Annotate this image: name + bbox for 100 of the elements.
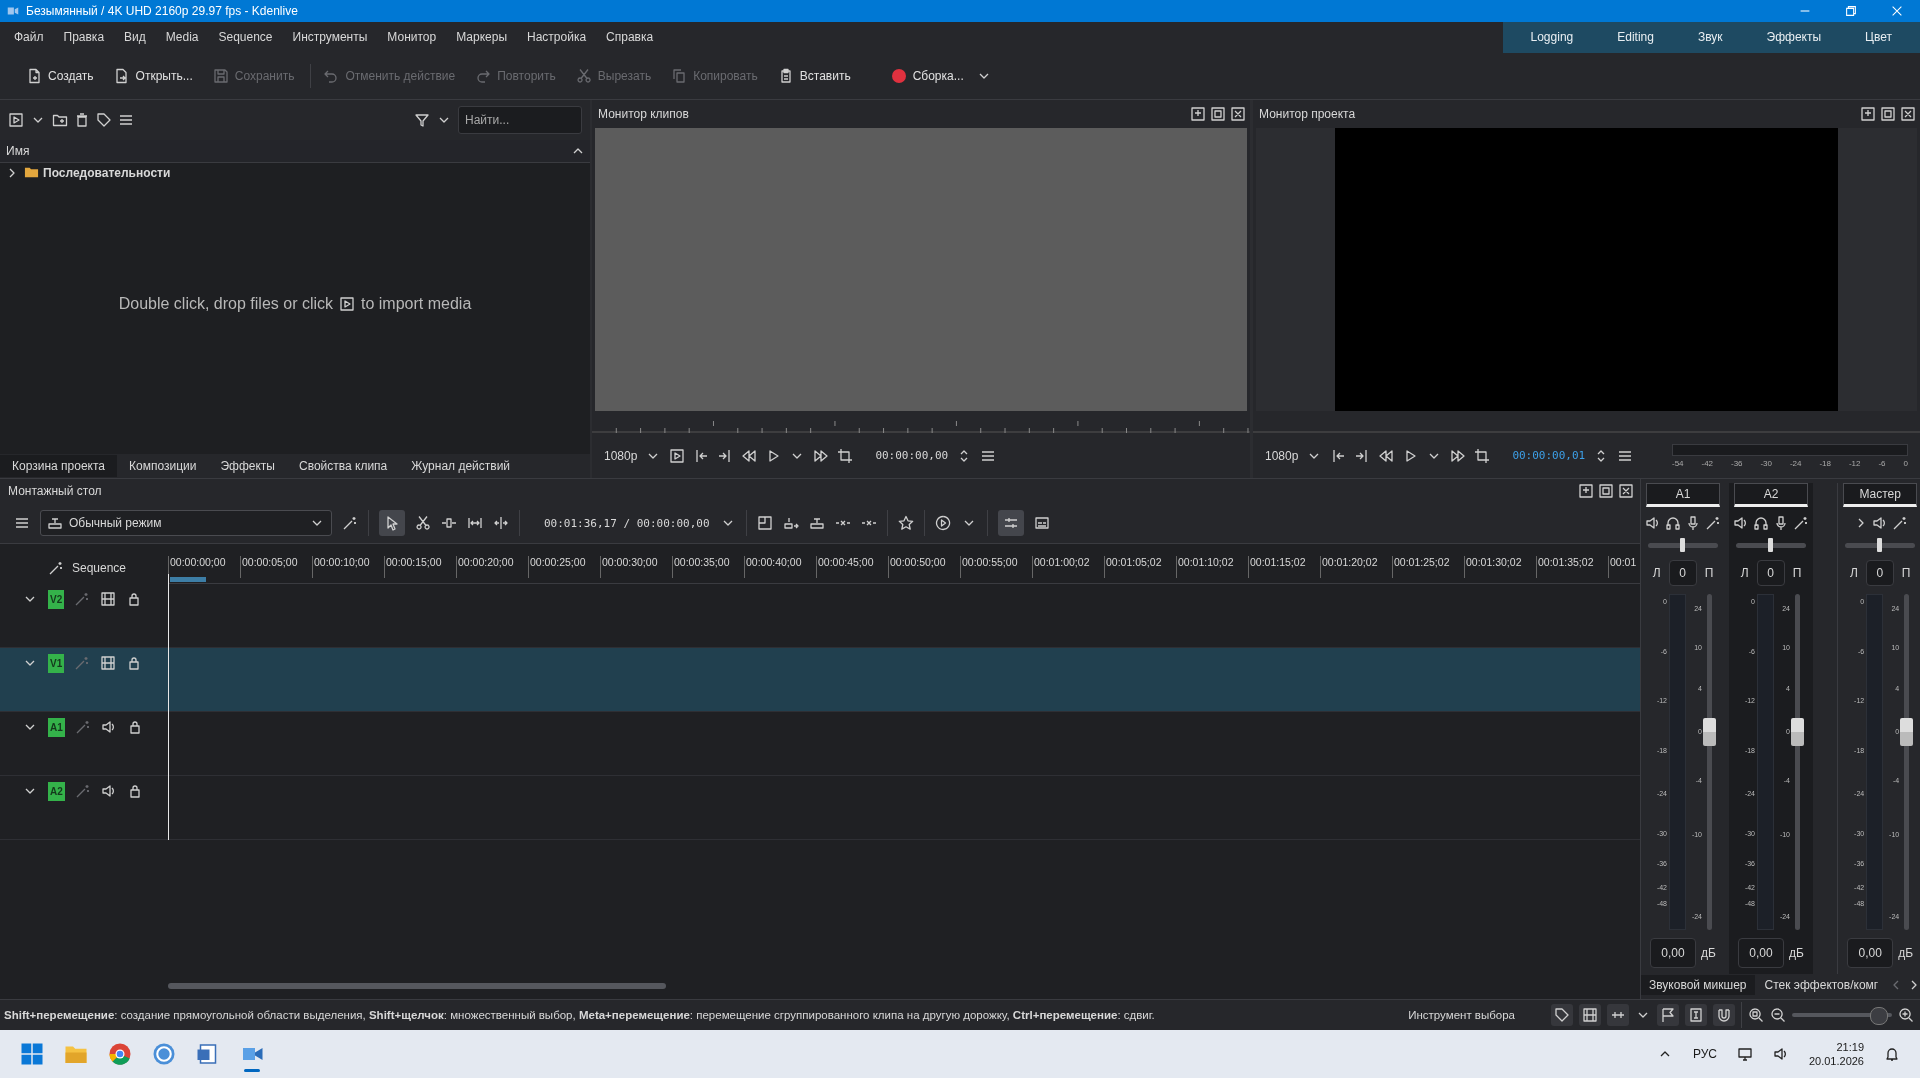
panel-tab[interactable]: Журнал действий — [399, 455, 523, 478]
crop-icon[interactable] — [1474, 447, 1491, 464]
menu-item[interactable]: Media — [155, 30, 209, 45]
wand-icon[interactable] — [342, 515, 358, 532]
track-tag[interactable]: V2 — [48, 589, 65, 609]
pan-slider-thumb[interactable] — [1877, 538, 1883, 553]
mode-dropdown[interactable]: Обычный режим — [40, 510, 332, 537]
menu-item[interactable]: Вид — [114, 30, 156, 45]
close-icon[interactable] — [1900, 105, 1916, 122]
magnet-icon[interactable] — [1716, 1007, 1732, 1024]
gain-field[interactable]: 0,00 — [1738, 938, 1785, 969]
tag-icon[interactable] — [96, 111, 112, 128]
track-row[interactable]: A1 — [0, 712, 1640, 777]
language-indicator[interactable]: РУС — [1692, 1047, 1717, 1062]
panel-tab[interactable]: Корзина проекта — [0, 455, 117, 478]
overwrite-icon[interactable] — [808, 515, 825, 532]
search-field[interactable]: Найти... — [458, 105, 582, 134]
float-icon[interactable] — [1210, 105, 1226, 122]
track-tag[interactable]: A1 — [48, 717, 65, 737]
float-icon[interactable] — [1598, 483, 1614, 500]
crop-icon[interactable] — [837, 447, 854, 464]
pin-icon[interactable] — [1578, 483, 1594, 500]
film-icon[interactable] — [1582, 1007, 1598, 1024]
tree-item[interactable]: Последовательности — [43, 165, 171, 180]
track-row[interactable]: A2 — [0, 776, 1640, 841]
workspace-tab[interactable]: Logging — [1508, 30, 1596, 45]
column-header[interactable]: Имя — [6, 143, 30, 158]
wand-icon[interactable] — [1793, 515, 1809, 532]
track-row[interactable]: V1 — [0, 648, 1640, 713]
zone-in-icon[interactable] — [1330, 447, 1347, 464]
menu-item[interactable]: Монитор — [377, 30, 447, 45]
close-icon[interactable] — [1618, 483, 1634, 500]
menu-item[interactable]: Инструменты — [282, 30, 378, 45]
tag-icon[interactable] — [1554, 1007, 1570, 1024]
record-icon[interactable] — [934, 515, 951, 532]
clip-frame-icon[interactable] — [669, 447, 686, 464]
zoom-out-icon[interactable] — [1770, 1007, 1786, 1024]
panel-tab[interactable]: Звуковой микшер — [1641, 975, 1755, 996]
clock-time[interactable]: 21:19 — [1836, 1041, 1864, 1054]
zone-in-icon[interactable] — [693, 447, 710, 464]
timecode-field[interactable]: 00:00:00,00 — [875, 449, 949, 462]
menu-item[interactable]: Файл — [4, 30, 54, 45]
render-button[interactable]: Сборка... — [882, 63, 972, 88]
toolbar-button[interactable]: Открыть... — [105, 63, 201, 88]
balance-field[interactable]: 0 — [1756, 560, 1785, 587]
pin-icon[interactable] — [1190, 105, 1206, 122]
workspace-tab[interactable]: Цвет — [1843, 30, 1914, 45]
wand-icon[interactable] — [1705, 515, 1721, 532]
panel-tab[interactable]: Эффекты — [208, 455, 287, 478]
fader-handle[interactable] — [1900, 717, 1914, 746]
close-icon[interactable] — [1230, 105, 1246, 122]
scrollbar-thumb[interactable] — [168, 983, 666, 990]
add-clip-icon[interactable] — [8, 111, 24, 128]
gain-field[interactable]: 0,00 — [1650, 938, 1697, 969]
float-icon[interactable] — [1880, 105, 1896, 122]
pan-slider-thumb[interactable] — [1680, 538, 1685, 553]
bell-icon[interactable] — [1884, 1046, 1900, 1063]
resolution-dropdown[interactable]: 1080p — [604, 448, 638, 463]
film-icon[interactable] — [100, 655, 117, 672]
star-icon[interactable] — [897, 515, 914, 532]
balance-field[interactable]: 0 — [1668, 560, 1697, 587]
panel-tab[interactable]: Стек эффектов/комг — [1756, 975, 1887, 996]
headphones-icon[interactable] — [1665, 515, 1681, 532]
trash-icon[interactable] — [74, 111, 90, 128]
menu-item[interactable]: Справка — [596, 30, 664, 45]
zoom-slider-thumb[interactable] — [1870, 1007, 1888, 1026]
fader-handle[interactable] — [1791, 717, 1804, 746]
headphones-icon[interactable] — [1753, 515, 1769, 532]
zone-marker[interactable] — [170, 577, 206, 583]
razor-icon[interactable] — [415, 515, 431, 532]
pin-icon[interactable] — [1860, 105, 1876, 122]
microphone-icon[interactable] — [1773, 515, 1789, 532]
workspace-tab[interactable]: Editing — [1595, 30, 1676, 45]
wand-icon[interactable] — [1892, 515, 1909, 532]
track-tag[interactable]: V1 — [48, 653, 65, 673]
workspace-tab[interactable]: Звук — [1675, 30, 1745, 45]
menu-item[interactable]: Sequence — [208, 30, 283, 45]
toolbar-button[interactable]: Создать — [18, 63, 102, 88]
workspace-tab[interactable]: Эффекты — [1744, 30, 1844, 45]
add-clip-icon[interactable] — [339, 295, 355, 312]
channel-name[interactable]: A1 — [1646, 483, 1720, 508]
start-icon[interactable] — [20, 1042, 44, 1067]
pointer-icon[interactable] — [384, 515, 400, 532]
panel-tab[interactable]: Свойства клипа — [287, 455, 400, 478]
toolbar-button[interactable]: Вставить — [769, 63, 859, 88]
channel-name[interactable]: Мастер — [1843, 483, 1918, 508]
subtitle-icon[interactable] — [1033, 515, 1050, 532]
track-tag[interactable]: A2 — [48, 781, 65, 801]
panel-tab[interactable]: Композиции — [117, 455, 209, 478]
insert-icon[interactable] — [782, 515, 799, 532]
balance-field[interactable]: 0 — [1865, 560, 1894, 587]
timecode-field[interactable]: 00:00:00,01 — [1512, 449, 1586, 462]
flag-icon[interactable] — [1660, 1007, 1676, 1024]
fader-handle[interactable] — [1703, 717, 1716, 746]
filter-icon[interactable] — [414, 111, 430, 128]
zoom-in-icon[interactable] — [1898, 1007, 1914, 1024]
browser-icon[interactable] — [108, 1042, 132, 1067]
zoom-fit-icon[interactable] — [1748, 1007, 1764, 1024]
pan-slider-thumb[interactable] — [1768, 538, 1773, 553]
film-icon[interactable] — [100, 591, 117, 608]
